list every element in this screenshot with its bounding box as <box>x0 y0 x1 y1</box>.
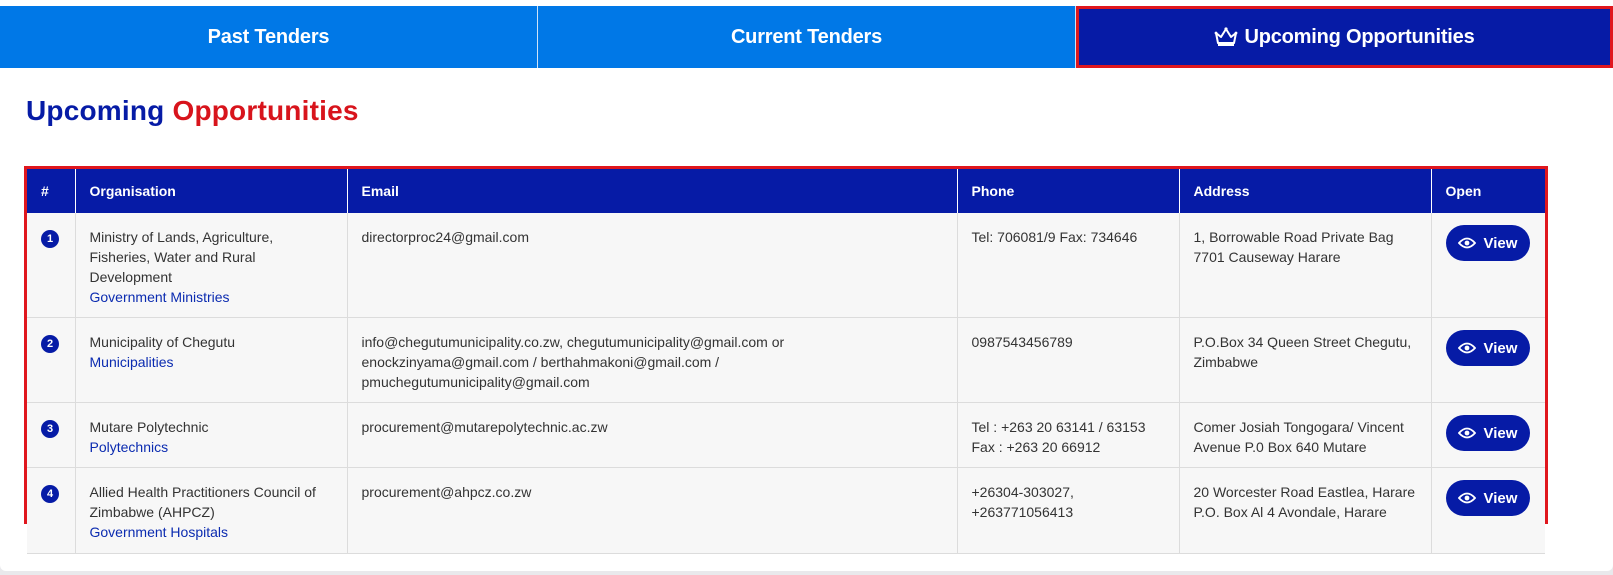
category-link[interactable]: Government Ministries <box>90 287 333 307</box>
crown-icon <box>1214 27 1238 47</box>
row-number-badge: 3 <box>41 420 59 438</box>
column-header-open: Open <box>1445 183 1482 199</box>
organisation-name: Ministry of Lands, Agriculture, Fisherie… <box>89 229 274 285</box>
tender-tabs: Past Tenders Current Tenders Upcoming Op… <box>0 6 1613 68</box>
table-header-row: # Organisation Email Phone Address Open <box>27 169 1545 213</box>
row-number-badge: 2 <box>41 335 59 353</box>
table-row: 1 Ministry of Lands, Agriculture, Fisher… <box>27 213 1545 318</box>
tab-upcoming-opportunities[interactable]: Upcoming Opportunities <box>1076 6 1613 68</box>
email-cell: procurement@ahpcz.co.zw <box>347 467 958 554</box>
category-link[interactable]: Municipalities <box>90 352 333 372</box>
organisation-name: Municipality of Chegutu <box>89 334 236 350</box>
column-header-address: Address <box>1179 169 1432 213</box>
view-button[interactable]: View <box>1445 330 1530 366</box>
view-button-label: View <box>1483 234 1518 252</box>
phone-cell: +26304-303027, +263771056413 <box>957 467 1180 554</box>
email-cell: info@chegutumunicipality.co.zw, chegutum… <box>347 317 958 403</box>
tab-past-tenders[interactable]: Past Tenders <box>0 6 538 68</box>
phone-cell: 0987543456789 <box>957 317 1180 403</box>
view-button[interactable]: View <box>1445 415 1530 451</box>
title-part-2: Opportunities <box>172 95 359 126</box>
phone-cell: Tel: 706081/9 Fax: 734646 <box>957 213 1180 318</box>
row-number-badge: 1 <box>41 230 59 248</box>
column-header-number: # <box>27 169 76 213</box>
address-cell: 1, Borrowable Road Private Bag 7701 Caus… <box>1179 213 1432 318</box>
column-header-organisation: Organisation <box>75 169 348 213</box>
title-part-1: Upcoming <box>26 95 165 126</box>
email-cell: directorproc24@gmail.com <box>347 213 958 318</box>
table-row: 4 Allied Health Practitioners Council of… <box>27 467 1545 554</box>
tender-panel: Past Tenders Current Tenders Upcoming Op… <box>0 0 1613 571</box>
eye-icon <box>1457 492 1476 504</box>
opportunities-table-container: # Organisation Email Phone Address Open … <box>24 166 1548 554</box>
table-row: 2 Municipality of Chegutu Municipalities… <box>27 317 1545 403</box>
column-header-phone: Phone <box>957 169 1180 213</box>
phone-cell: Tel : +263 20 63141 / 63153 Fax : +263 2… <box>957 402 1180 468</box>
eye-icon <box>1457 342 1476 354</box>
tab-label: Past Tenders <box>207 25 330 48</box>
email-cell: procurement@mutarepolytechnic.ac.zw <box>347 402 958 468</box>
table-row: 3 Mutare Polytechnic Polytechnics procur… <box>27 402 1545 468</box>
organisation-name: Allied Health Practitioners Council of Z… <box>89 484 316 520</box>
row-number-badge: 4 <box>41 485 59 503</box>
address-cell: P.O.Box 34 Queen Street Chegutu, Zimbabw… <box>1179 317 1432 403</box>
view-button-label: View <box>1483 424 1518 442</box>
opportunities-table: # Organisation Email Phone Address Open … <box>27 169 1545 554</box>
category-link[interactable]: Government Hospitals <box>90 522 333 542</box>
column-header-email: Email <box>347 169 958 213</box>
view-button[interactable]: View <box>1445 225 1530 261</box>
view-button[interactable]: View <box>1445 480 1530 516</box>
view-button-label: View <box>1483 489 1518 507</box>
address-cell: Comer Josiah Tongogara/ Vincent Avenue P… <box>1179 402 1432 468</box>
view-button-label: View <box>1483 339 1518 357</box>
address-cell: 20 Worcester Road Eastlea, Harare P.O. B… <box>1179 467 1432 554</box>
eye-icon <box>1457 427 1476 439</box>
tab-current-tenders[interactable]: Current Tenders <box>538 6 1076 68</box>
organisation-name: Mutare Polytechnic <box>89 419 209 435</box>
category-link[interactable]: Polytechnics <box>90 437 333 457</box>
tab-label: Current Tenders <box>730 25 883 48</box>
eye-icon <box>1457 237 1476 249</box>
page-title: Upcoming Opportunities <box>26 95 359 127</box>
tab-label: Upcoming Opportunities <box>1244 25 1475 48</box>
